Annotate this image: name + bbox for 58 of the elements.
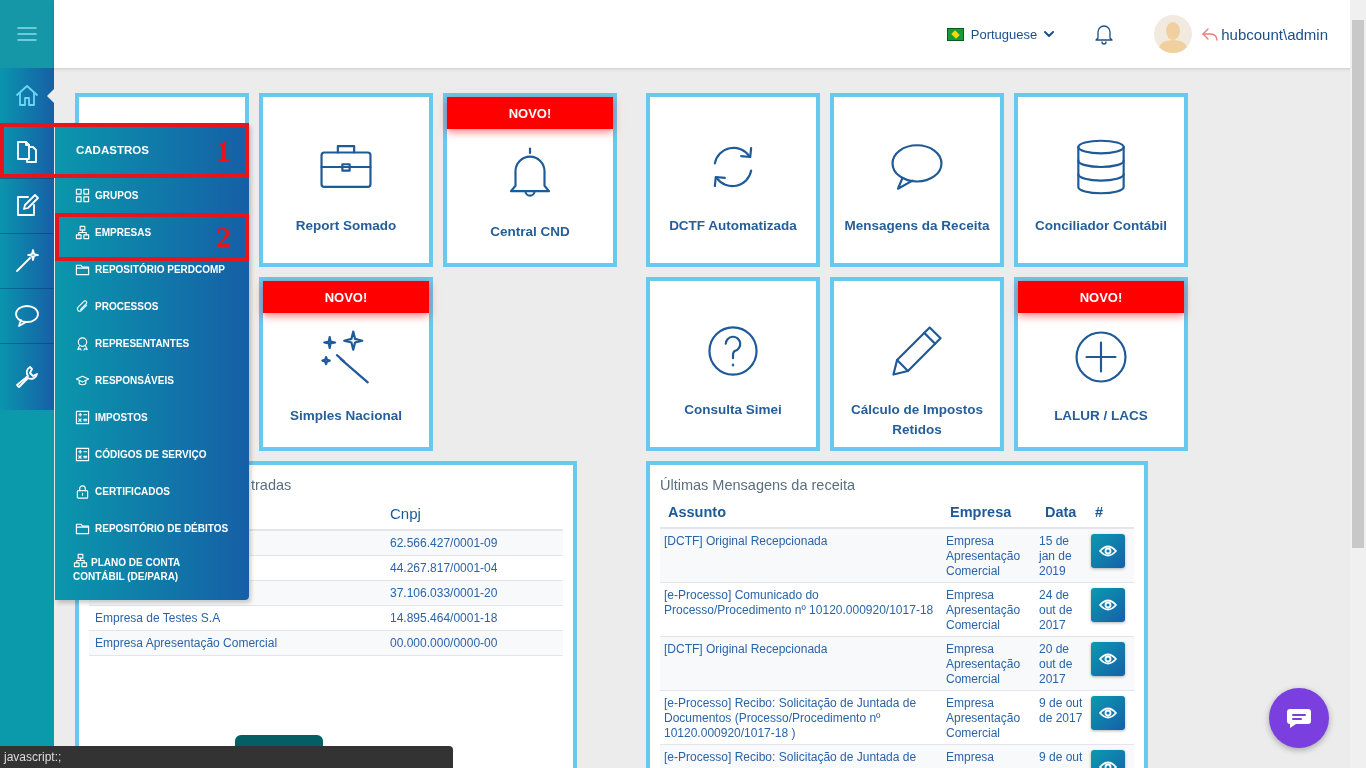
- panel-title: tradas: [251, 476, 292, 495]
- table-cell-text: 20 de out de 2017: [1039, 642, 1074, 688]
- table-cell-text: [e-Processo] Recibo: Solicitação de Juntada de Documentos (Processo/Procedimento nº 10120.000920/1017-18 ): [663, 696, 918, 742]
- menu-item[interactable]: EMPRESAS: [55, 214, 158, 251]
- new-badge: NOVO!: [263, 281, 429, 313]
- menu-title[interactable]: CADASTROS: [55, 123, 149, 177]
- tile-card[interactable]: NOVO! LALUR / LACS: [1014, 277, 1188, 451]
- column-header: Cnpj: [390, 504, 422, 522]
- column-header: Empresa: [949, 504, 1013, 520]
- menu-item[interactable]: REPOSITÓRIO PERDCOMP: [55, 251, 231, 288]
- menu-item[interactable]: REPRESENTANTES: [55, 325, 196, 362]
- menu-item[interactable]: CÓDIGOS DE SERVIÇO: [55, 436, 213, 473]
- tile-card[interactable]: Consulta Simei: [646, 277, 820, 451]
- menu-item[interactable]: REPOSITÓRIO DE DÉBITOS: [55, 510, 235, 547]
- table-cell-text: 9 de out: [1039, 750, 1084, 766]
- tile-card[interactable]: NOVO! Central CND: [443, 93, 617, 267]
- language-selector[interactable]: Portuguese: [946, 26, 1055, 42]
- table-cell-text: Empresa Apresentação Comercial: [946, 588, 1022, 634]
- menu-item[interactable]: CERTIFICADOS: [55, 473, 176, 510]
- user-name[interactable]: hubcount\admin: [1221, 25, 1328, 43]
- tile-card[interactable]: NOVO! Simples Nacional: [259, 277, 433, 451]
- menu-item[interactable]: RESPONSÁVEIS: [55, 362, 180, 399]
- table-cell-text: Empresa Apresentação Comercial: [946, 696, 1022, 742]
- table-cell-text: Empresa Apresentação Comercial: [946, 534, 1022, 580]
- column-header: #: [1094, 504, 1105, 520]
- table-cell-text: 15 de jan de 2019: [1039, 534, 1073, 580]
- table-cell-text: [DCTF] Original Recepcionada: [663, 642, 829, 658]
- table-cell-text: 9 de out de 2017: [1039, 696, 1084, 727]
- annotation-number: 1: [216, 135, 231, 166]
- column-header: Data: [1044, 504, 1078, 520]
- menu-item[interactable]: GRUPOS: [55, 177, 145, 214]
- menu-item[interactable]: IMPOSTOS: [55, 399, 154, 436]
- table-cell[interactable]: Empresa de Testes S.A: [89, 611, 390, 625]
- column-header: Assunto: [667, 504, 727, 520]
- tile-card[interactable]: Mensagens da Receita: [830, 93, 1004, 267]
- new-badge: NOVO!: [447, 97, 613, 129]
- table-cell-text: 44.267.817/0001-04: [390, 561, 499, 575]
- table-cell-text: Empresa Apresentação Comercial: [946, 642, 1022, 688]
- table-cell-text: [DCTF] Original Recepcionada: [663, 534, 829, 550]
- tile-card[interactable]: Conciliador Contábil: [1014, 93, 1188, 267]
- table-cell[interactable]: Empresa Apresentação Comercial: [89, 636, 390, 650]
- tile-card[interactable]: DCTF Automatizada: [646, 93, 820, 267]
- table-cell-text: 14.895.464/0001-18: [390, 611, 499, 625]
- tile-card[interactable]: Report Somado: [259, 93, 433, 267]
- menu-item[interactable]: PROCESSOS: [55, 288, 165, 325]
- new-badge: NOVO!: [1018, 281, 1184, 313]
- panel-title: Últimas Mensagens da receita: [660, 476, 856, 495]
- menu-item[interactable]: PLANO DE CONTA CONTÁBIL (DE/PARA): [55, 547, 229, 584]
- tile-card[interactable]: Cálculo de Impostos Retidos: [830, 277, 1004, 451]
- status-bar: javascript:;: [0, 746, 453, 768]
- table-cell-text: [e-Processo] Recibo: Solicitação de Juntada de: [663, 750, 918, 766]
- annotation-number: 2: [216, 222, 231, 252]
- table-cell-text: 24 de out de 2017: [1039, 588, 1074, 634]
- table-cell-text: 00.000.000/0000-00: [390, 636, 499, 650]
- table-cell-text: [e-Processo] Comunicado do Processo/Procedimento nº 10120.000920/1017-18: [663, 588, 935, 619]
- table-cell-text: 62.566.427/0001-09: [390, 536, 499, 550]
- table-cell-text: 37.106.033/0001-20: [390, 586, 499, 600]
- table-cell-text: Empresa: [946, 750, 996, 766]
